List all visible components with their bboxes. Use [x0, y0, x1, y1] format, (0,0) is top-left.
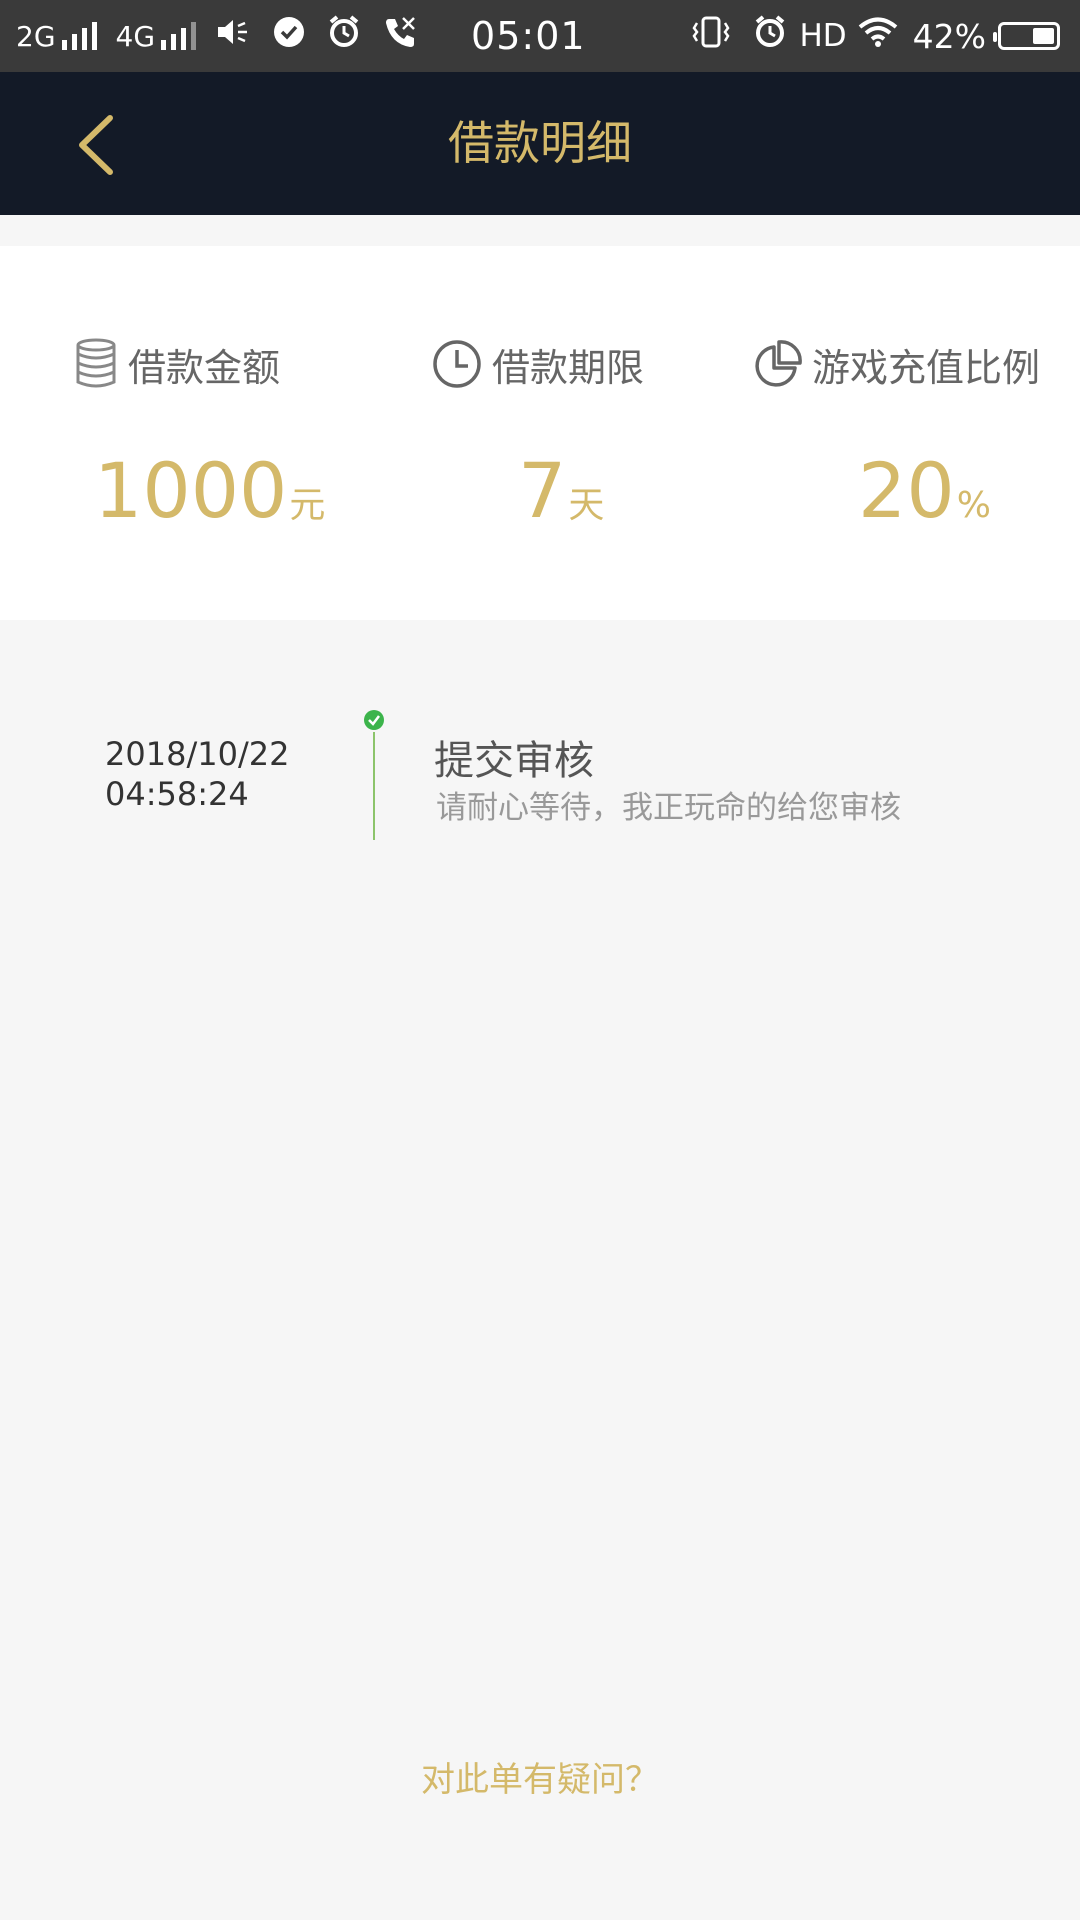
- game-recharge-ratio-unit: %: [956, 485, 991, 526]
- wifi-icon: [857, 16, 899, 56]
- timeline-line: [373, 732, 375, 840]
- app-header: 借款明细: [0, 72, 1080, 215]
- status-bar-left: 2G 4G 05:01: [16, 0, 586, 72]
- coin-stack-icon: [76, 338, 116, 388]
- loan-amount-label-text: 借款金额: [128, 345, 281, 390]
- alarm-icon: [327, 15, 361, 57]
- question-link[interactable]: 对此单有疑问？: [0, 1752, 1080, 1801]
- game-recharge-ratio-number: 20: [858, 446, 955, 535]
- network-type-1: 2G: [16, 19, 56, 53]
- status-bar: 2G 4G 05:01 HD 42%: [0, 0, 1080, 72]
- clock-icon: [433, 340, 481, 388]
- loan-term-unit: 天: [568, 485, 605, 526]
- loan-term-label-text: 借款期限: [492, 345, 645, 390]
- signal-strength-icon: [161, 22, 201, 50]
- timeline-description: 请耐心等待，我正玩命的给您审核: [436, 790, 901, 826]
- game-recharge-ratio-label-text: 游戏充值比例: [812, 345, 1041, 390]
- network-type-2: 4G: [115, 19, 156, 53]
- loan-amount-column: 借款金额 1000元: [0, 246, 360, 620]
- status-bar-right: HD 42%: [691, 0, 1060, 72]
- timeline-time: 04:58:24: [105, 775, 249, 813]
- loan-amount-unit: 元: [289, 485, 326, 526]
- loan-amount-value: 1000元: [94, 446, 325, 535]
- check-circle-icon: [364, 710, 384, 730]
- battery-percent: 42%: [912, 16, 986, 56]
- page-title: 借款明细: [448, 116, 632, 170]
- timeline-datetime: 2018/10/22 04:58:24: [105, 734, 289, 814]
- loan-amount-number: 1000: [94, 446, 288, 535]
- battery-icon: [993, 22, 1060, 50]
- loan-summary-card: 借款金额 1000元 借款期限 7天 游戏充值比例 20%: [0, 246, 1080, 620]
- loan-term-label: 借款期限: [432, 338, 644, 390]
- battery-level: [1033, 28, 1054, 44]
- missed-call-icon: [383, 15, 417, 57]
- pie-chart-icon: [755, 340, 802, 387]
- hd-voice-indicator: HD: [799, 18, 847, 54]
- game-recharge-ratio-value: 20%: [858, 446, 991, 535]
- loan-term-number: 7: [518, 446, 567, 535]
- speaker-icon: [215, 16, 251, 56]
- timeline-item: 2018/10/22 04:58:24 提交审核 请耐心等待，我正玩命的给您审核: [0, 710, 1080, 840]
- vibrate-icon: [691, 15, 731, 57]
- signal-strength-icon: [61, 22, 102, 50]
- alarm-icon: [753, 15, 787, 57]
- check-circle-icon: [273, 16, 305, 56]
- loan-term-column: 借款期限 7天: [360, 246, 720, 620]
- game-recharge-ratio-label: 游戏充值比例: [752, 338, 1040, 390]
- loan-amount-label: 借款金额: [74, 338, 280, 390]
- timeline-date: 2018/10/22: [105, 735, 290, 773]
- status-bar-time: 05:01: [471, 14, 586, 58]
- timeline-title: 提交审核: [434, 738, 594, 784]
- loan-term-value: 7天: [518, 446, 604, 535]
- game-recharge-ratio-column: 游戏充值比例 20%: [720, 246, 1080, 620]
